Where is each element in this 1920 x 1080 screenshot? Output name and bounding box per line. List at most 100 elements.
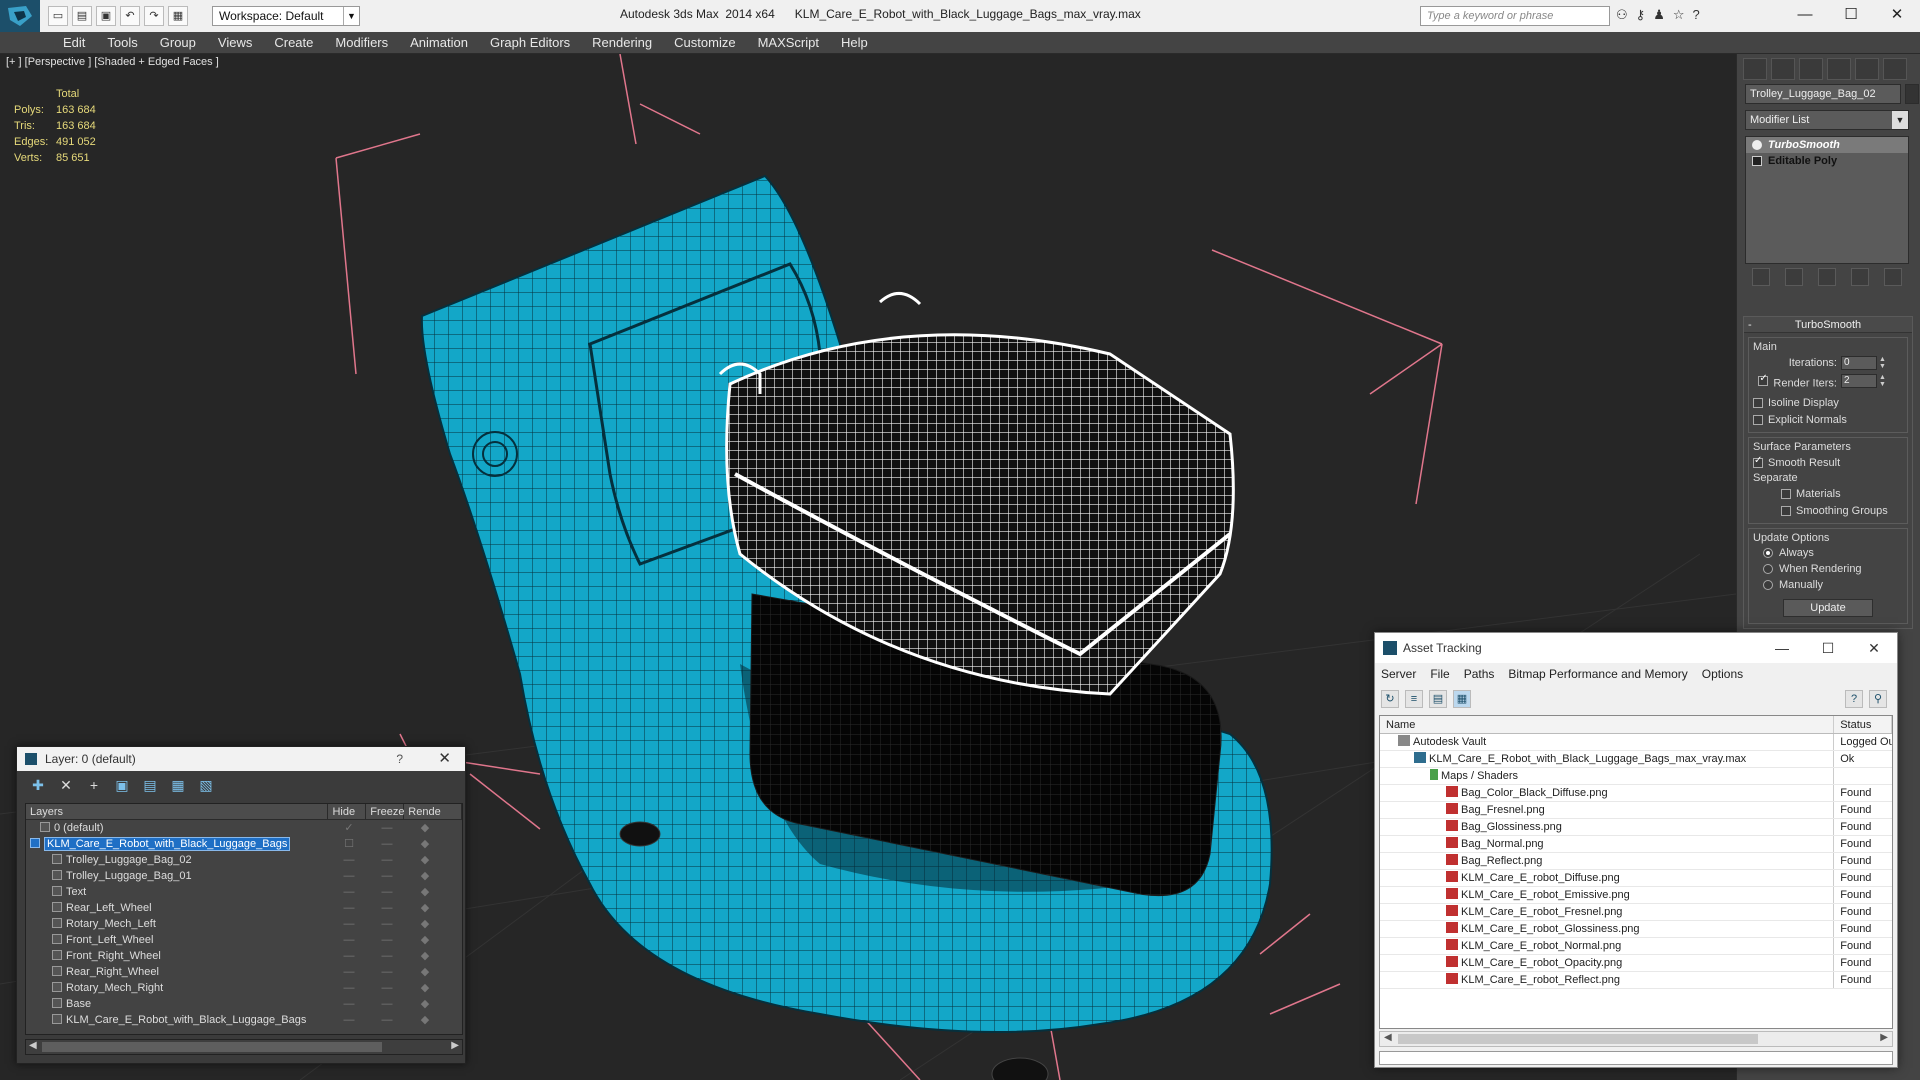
menu-tools[interactable]: Tools [96,35,148,50]
layer-row[interactable]: Base — — ◆ [26,996,462,1012]
stack-item-turbosmooth[interactable]: TurboSmooth [1746,137,1908,153]
modify-tab-icon[interactable] [1771,58,1795,80]
asset-row[interactable]: KLM_Care_E_robot_Fresnel.png Found [1380,904,1892,921]
spinner-arrows-icon[interactable]: ▲ ▼ [1879,374,1887,388]
layer-row[interactable]: KLM_Care_E_Robot_with_Black_Luggage_Bags… [26,836,462,852]
freeze-toggle[interactable]: — [368,1012,406,1028]
scroll-left-icon[interactable]: ◀ [1384,1032,1392,1043]
horizontal-scrollbar[interactable]: ◀ ▶ [25,1039,463,1055]
thumbnail-view-icon[interactable]: ▤ [1429,690,1447,708]
viewport-label[interactable]: [+ ] [Perspective ] [Shaded + Edged Face… [6,56,219,68]
remove-modifier-icon[interactable] [1850,268,1869,286]
menu-maxscript[interactable]: MAXScript [747,35,830,50]
asset-row[interactable]: Bag_Normal.png Found [1380,836,1892,853]
layer-row[interactable]: Trolley_Luggage_Bag_01— — ◆ [26,868,462,884]
smoothing-groups-checkbox[interactable] [1781,505,1791,516]
pin-stack-icon[interactable] [1752,268,1771,286]
smooth-result-checkbox[interactable] [1753,455,1763,468]
refresh-icon[interactable]: ↻ [1381,690,1399,708]
freeze-toggle[interactable]: — [368,948,406,964]
freeze-toggle[interactable]: — [368,820,406,836]
asset-row[interactable]: KLM_Care_E_robot_Diffuse.png Found [1380,870,1892,887]
add-to-layer-icon[interactable]: + [85,776,103,794]
asset-row[interactable]: Bag_Reflect.png Found [1380,853,1892,870]
layer-row[interactable]: Rear_Right_Wheel — — ◆ [26,964,462,980]
select-in-layer-icon[interactable]: ▣ [113,776,131,794]
render-toggle[interactable]: ◆ [406,980,444,996]
hierarchy-tab-icon[interactable] [1799,58,1823,80]
freeze-toggle[interactable]: — [368,964,406,980]
asset-row[interactable]: KLM_Care_E_robot_Reflect.png Found [1380,972,1892,989]
render-toggle[interactable]: ◆ [406,836,444,852]
scroll-right-icon[interactable]: ▶ [451,1040,459,1051]
layer-row[interactable]: Front_Right_Wheel — — ◆ [26,948,462,964]
menu-server[interactable]: Server [1381,663,1416,685]
table-view-icon[interactable]: ▦ [1453,690,1471,708]
menu-modifiers[interactable]: Modifiers [324,35,399,50]
col-name[interactable]: Name [1380,716,1835,733]
freeze-toggle[interactable]: — [368,916,406,932]
freeze-toggle[interactable]: — [368,868,406,884]
iterations-spinner[interactable]: 0 [1841,356,1877,370]
delete-layer-icon[interactable]: ✕ [57,776,75,794]
render-toggle[interactable]: ◆ [406,932,444,948]
freeze-toggle[interactable]: — [368,932,406,948]
update-button[interactable]: Update [1783,599,1873,617]
hide-toggle[interactable]: — [330,964,368,980]
layer-row[interactable]: Rotary_Mech_Left — — ◆ [26,916,462,932]
show-end-result-icon[interactable] [1785,268,1804,286]
render-toggle[interactable]: ◆ [406,1012,444,1028]
hide-toggle[interactable]: — [330,980,368,996]
stack-item-editable-poly[interactable]: Editable Poly [1746,153,1908,169]
motion-tab-icon[interactable] [1827,58,1851,80]
menu-group[interactable]: Group [149,35,207,50]
object-color-swatch[interactable] [1905,84,1919,104]
asset-row[interactable]: KLM_Care_E_robot_Emissive.png Found [1380,887,1892,904]
rollout-header[interactable]: - TurboSmooth [1744,317,1912,333]
freeze-toggle[interactable]: — [368,884,406,900]
render-toggle[interactable]: ◆ [406,820,444,836]
asset-row[interactable]: Bag_Fresnel.png Found [1380,802,1892,819]
when-rendering-radio[interactable] [1763,564,1773,574]
col-render[interactable]: Rende [404,804,462,819]
render-toggle[interactable]: ◆ [406,964,444,980]
close-button[interactable]: ✕ [1874,0,1920,32]
binoculars-icon[interactable]: ⚇ [1616,7,1628,23]
asset-row[interactable]: Maps / Shaders [1380,768,1892,785]
key-icon[interactable]: ⚷ [1636,7,1646,23]
menu-graph-editors[interactable]: Graph Editors [479,35,581,50]
menu-views[interactable]: Views [207,35,263,50]
open-icon[interactable]: ▤ [72,6,92,26]
freeze-toggle[interactable]: — [368,852,406,868]
freeze-toggle[interactable]: — [368,900,406,916]
asset-row[interactable]: Bag_Glossiness.png Found [1380,819,1892,836]
asset-row[interactable]: KLM_Care_E_robot_Opacity.png Found [1380,955,1892,972]
hide-toggle[interactable]: — [330,948,368,964]
freeze-all-icon[interactable]: ▧ [197,776,215,794]
asset-row[interactable]: KLM_Care_E_robot_Normal.png Found [1380,938,1892,955]
maximize-button[interactable]: ☐ [1828,0,1874,32]
render-toggle[interactable]: ◆ [406,916,444,932]
subscription-icon[interactable]: ♟ [1653,7,1665,23]
menu-file[interactable]: File [1430,663,1449,685]
scroll-right-icon[interactable]: ▶ [1880,1032,1888,1043]
scroll-thumb[interactable] [1398,1034,1758,1044]
asset-window-titlebar[interactable]: Asset Tracking — ☐ ✕ [1375,633,1897,663]
minimize-button[interactable]: — [1782,0,1828,32]
render-toggle[interactable]: ◆ [406,996,444,1012]
layer-row[interactable]: KLM_Care_E_Robot_with_Black_Luggage_Bags… [26,1012,462,1028]
menu-edit[interactable]: Edit [52,35,96,50]
lightbulb-icon[interactable] [1752,140,1762,150]
configure-sets-icon[interactable] [1883,268,1902,286]
menu-animation[interactable]: Animation [399,35,479,50]
help-icon[interactable]: ? [1845,690,1863,708]
col-layers[interactable]: Layers [26,804,329,819]
highlight-layer-icon[interactable]: ▤ [141,776,159,794]
hide-toggle[interactable]: — [330,852,368,868]
favorite-star-icon[interactable]: ☆ [1673,7,1685,23]
search-input[interactable]: Type a keyword or phrase [1420,6,1610,26]
hide-toggle[interactable]: ✓ [330,820,368,836]
create-layer-icon[interactable]: ✚ [29,776,47,794]
help-icon[interactable]: ? [396,747,403,771]
menu-bitmap-performance[interactable]: Bitmap Performance and Memory [1508,663,1687,685]
